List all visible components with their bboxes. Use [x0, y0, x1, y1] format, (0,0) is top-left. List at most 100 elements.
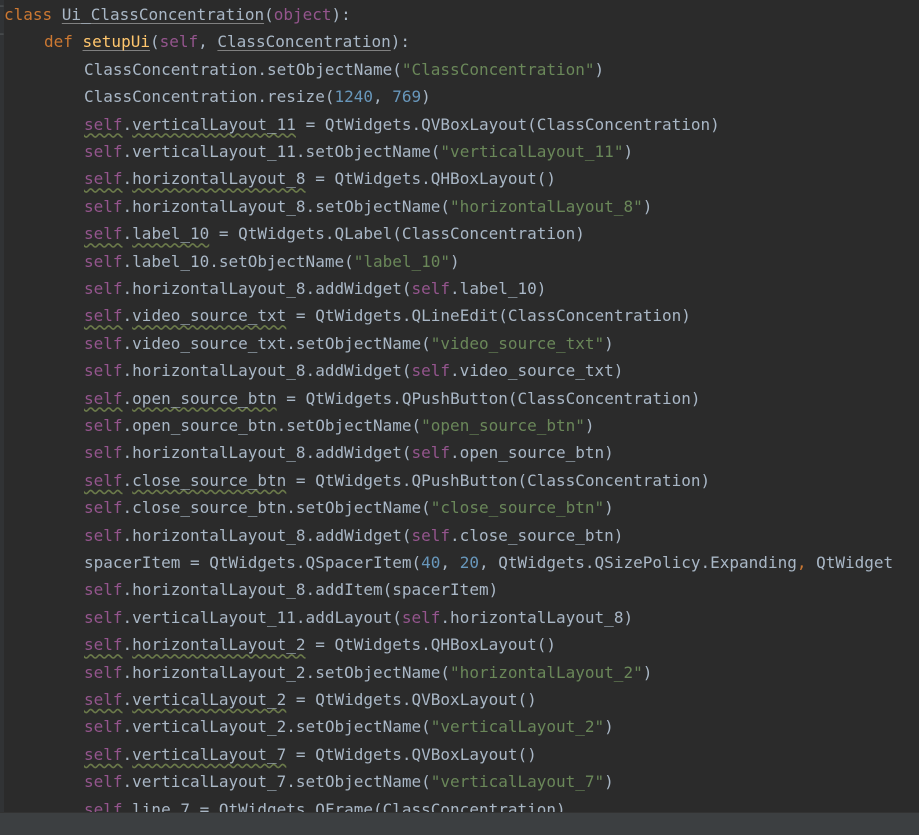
code-token: self	[84, 498, 123, 518]
code-token: .	[122, 114, 133, 134]
code-editor[interactable]: ⌐ ⌐ class Ui_ClassConcentration(object):…	[0, 0, 919, 812]
code-token: 40	[421, 553, 441, 572]
code-token: horizontalLayout_2	[132, 635, 306, 655]
code-token: self	[84, 306, 123, 326]
code-line[interactable]: self.horizontalLayout_8.setObjectName("h…	[84, 193, 652, 220]
code-token: .video_source_txt)	[450, 361, 624, 381]
code-line[interactable]: self.horizontalLayout_8.addItem(spacerIt…	[84, 576, 498, 603]
code-line[interactable]: self.line_7 = QtWidgets.QFrame(ClassConc…	[84, 796, 566, 812]
code-token: "horizontalLayout_2"	[450, 662, 643, 682]
code-token: (	[264, 5, 274, 24]
code-token: self	[84, 251, 123, 271]
code-token: spacerItem = QtWidgets.QSpacerItem(	[84, 553, 422, 572]
code-token: verticalLayout_7	[132, 744, 287, 764]
code-token: .close_source_btn)	[450, 525, 624, 545]
code-token: .horizontalLayout_2.setObjectName(	[122, 662, 451, 682]
code-token: ):	[390, 32, 411, 52]
code-token: ClassConcentration.setObjectName(	[84, 59, 402, 79]
code-token: .horizontalLayout_8.addItem(spacerItem)	[122, 580, 499, 600]
code-line[interactable]: self.verticalLayout_2.setObjectName("ver…	[84, 713, 614, 740]
code-token: .open_source_btn)	[450, 443, 614, 463]
code-line[interactable]: self.horizontalLayout_8.addWidget(self.c…	[84, 522, 623, 549]
code-line[interactable]: self.verticalLayout_7 = QtWidgets.QVBoxL…	[84, 741, 537, 768]
code-token: = QtWidgets.QLineEdit(ClassConcentration…	[286, 306, 691, 326]
code-token: .open_source_btn.setObjectName(	[122, 416, 422, 435]
code-token: horizontalLayout_8	[132, 169, 306, 189]
code-token: self	[84, 717, 123, 737]
code-line[interactable]: self.verticalLayout_2 = QtWidgets.QVBoxL…	[84, 686, 537, 713]
code-token: )	[450, 251, 460, 271]
code-line[interactable]: self.label_10 = QtWidgets.QLabel(ClassCo…	[84, 220, 585, 247]
code-token: )	[604, 498, 614, 518]
code-line[interactable]: ClassConcentration.resize(1240, 769)	[84, 83, 431, 110]
code-line[interactable]: ClassConcentration.setObjectName("ClassC…	[84, 56, 604, 83]
code-token: )	[604, 333, 614, 353]
code-token: .verticalLayout_11.setObjectName(	[122, 142, 441, 161]
code-token: .	[122, 306, 133, 326]
code-token: self	[84, 635, 123, 655]
code-token: .horizontalLayout_8)	[440, 607, 634, 627]
code-token: = QtWidgets.QPushButton(ClassConcentrati…	[276, 388, 701, 408]
code-token: )	[594, 59, 605, 79]
code-token: .close_source_btn.setObjectName(	[122, 498, 431, 518]
code-line[interactable]: self.label_10.setObjectName("label_10")	[84, 248, 460, 275]
code-token: .horizontalLayout_8.addWidget(	[122, 525, 412, 545]
code-token: .horizontalLayout_8.addWidget(	[122, 443, 412, 463]
code-line[interactable]: self.horizontalLayout_8.addWidget(self.o…	[84, 439, 614, 466]
code-token: = QtWidgets.QVBoxLayout()	[286, 690, 537, 709]
code-token: self	[84, 114, 123, 134]
code-line[interactable]: self.verticalLayout_11.setObjectName("ve…	[84, 138, 633, 165]
code-line[interactable]: self.horizontalLayout_2.setObjectName("h…	[84, 659, 652, 686]
code-token: 769	[392, 87, 422, 107]
code-line[interactable]: self.verticalLayout_11.addLayout(self.ho…	[84, 604, 633, 631]
code-line[interactable]: self.open_source_btn.setObjectName("open…	[84, 412, 595, 439]
code-token: self	[84, 607, 123, 627]
code-token: self	[401, 607, 441, 627]
code-token: = QtWidgets.QVBoxLayout(ClassConcentrati…	[295, 114, 720, 134]
code-token: ,	[372, 87, 393, 107]
code-line[interactable]: self.horizontalLayout_2 = QtWidgets.QHBo…	[84, 631, 556, 658]
code-token: )	[642, 196, 653, 216]
code-token: , QtWidgets.QSizePolicy.Expanding	[478, 553, 797, 572]
code-token: self	[84, 799, 123, 812]
code-token: self	[84, 361, 123, 381]
code-line[interactable]: self.verticalLayout_11 = QtWidgets.QVBox…	[84, 111, 720, 138]
code-token: object	[273, 5, 332, 24]
code-area[interactable]: class Ui_ClassConcentration(object): def …	[4, 0, 919, 812]
code-token: .	[122, 470, 133, 490]
code-line[interactable]: self.open_source_btn = QtWidgets.QPushBu…	[84, 385, 701, 412]
code-token: .	[122, 224, 133, 244]
code-token: = QtWidgets.QPushButton(ClassConcentrati…	[286, 470, 711, 490]
code-token: close_source_btn	[132, 470, 287, 490]
code-line[interactable]: self.close_source_btn = QtWidgets.QPushB…	[84, 467, 710, 494]
code-token: .	[122, 690, 133, 709]
code-token: self	[84, 580, 123, 600]
code-token: self	[84, 224, 123, 244]
code-line[interactable]: class Ui_ClassConcentration(object):	[4, 1, 351, 28]
code-token: setupUi	[82, 32, 150, 52]
code-line[interactable]: self.verticalLayout_7.setObjectName("ver…	[84, 768, 614, 795]
code-token: .line_7 = QtWidgets.QFrame(ClassConcentr…	[122, 799, 566, 812]
code-line[interactable]: self.close_source_btn.setObjectName("clo…	[84, 494, 614, 521]
code-line[interactable]: self.video_source_txt.setObjectName("vid…	[84, 330, 614, 357]
code-line[interactable]: self.video_source_txt = QtWidgets.QLineE…	[84, 302, 691, 329]
code-token: self	[84, 169, 123, 189]
code-line[interactable]: self.horizontalLayout_8.addWidget(self.v…	[84, 357, 623, 384]
code-token: ClassConcentration	[217, 32, 391, 52]
code-token: QtWidget	[806, 553, 894, 572]
code-line[interactable]: def setupUi(self, ClassConcentration):	[44, 28, 410, 55]
code-token: verticalLayout_11	[132, 114, 296, 134]
code-token: .verticalLayout_11.addLayout(	[122, 607, 402, 627]
code-token: self	[411, 443, 451, 463]
code-token: Ui_ClassConcentration	[61, 5, 265, 24]
code-line[interactable]: self.horizontalLayout_8.addWidget(self.l…	[84, 275, 546, 302]
code-token: "horizontalLayout_8"	[450, 196, 643, 216]
code-token: ,	[440, 553, 460, 572]
code-token: )	[604, 772, 614, 792]
code-token: self	[411, 279, 451, 298]
code-token: ):	[331, 5, 351, 24]
code-line[interactable]: spacerItem = QtWidgets.QSpacerItem(40, 2…	[84, 549, 893, 576]
code-token: )	[421, 87, 431, 107]
code-token: open_source_btn	[132, 388, 277, 408]
code-line[interactable]: self.horizontalLayout_8 = QtWidgets.QHBo…	[84, 165, 556, 192]
